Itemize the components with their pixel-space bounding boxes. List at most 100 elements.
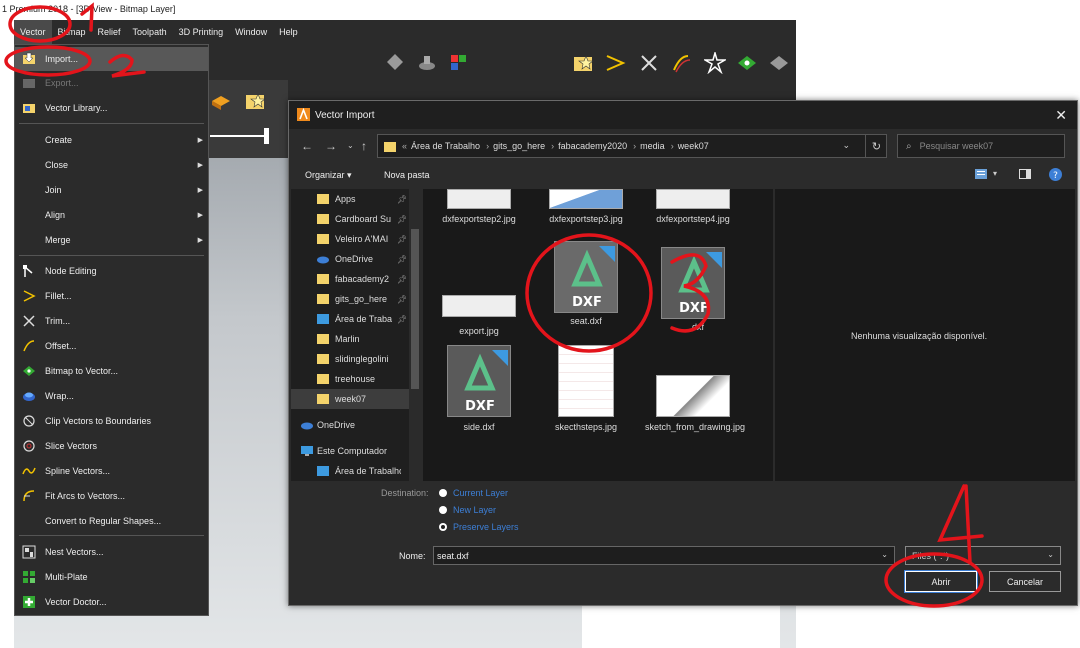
nav-item-onedrive-pinned[interactable]: OneDrive 📌︎ [291, 249, 409, 269]
folder-star-icon-2[interactable] [572, 52, 594, 74]
vector-doctor-icon [21, 594, 37, 610]
help-icon[interactable]: ? [1049, 168, 1062, 181]
nav-item-cardboard[interactable]: Cardboard Su 📌︎ [291, 209, 409, 229]
nav-scrollbar[interactable] [409, 189, 421, 481]
breadcrumb-item[interactable]: Área de Trabalho [411, 141, 480, 151]
up-arrow-icon[interactable]: ↑ [361, 139, 367, 153]
menu-item-trim[interactable]: Trim... [15, 309, 208, 333]
fillet-tool-icon[interactable] [604, 52, 626, 74]
menu-help[interactable]: Help [273, 20, 304, 44]
menu-item-fit-arcs[interactable]: Fit Arcs to Vectors... [15, 484, 208, 508]
menu-relief[interactable]: Relief [92, 20, 127, 44]
view-options-icon[interactable] [975, 169, 987, 179]
menu-bitmap[interactable]: Bitmap [52, 20, 92, 44]
box-icon[interactable] [210, 90, 232, 112]
file-item-side-dxf[interactable]: DXF side.dxf [431, 345, 527, 433]
nav-item-fabacademy[interactable]: fabacademy2 📌︎ [291, 269, 409, 289]
press-icon[interactable] [416, 52, 438, 74]
menu-item-align[interactable]: Align ▶ [15, 203, 208, 227]
menu-item-merge[interactable]: Merge ▶ [15, 228, 208, 252]
refresh-icon[interactable]: ↻ [865, 134, 887, 158]
menu-window[interactable]: Window [229, 20, 273, 44]
app-title-bar: 1 Premium 2018 - [3D View - Bitmap Layer… [0, 0, 800, 20]
menu-item-spline-vectors[interactable]: Spline Vectors... [15, 459, 208, 483]
breadcrumb-item[interactable]: gits_go_here [493, 141, 545, 151]
menu-item-close[interactable]: Close ▶ [15, 153, 208, 177]
file-item-seat-dxf[interactable]: DXF seat.dxf [538, 241, 634, 327]
file-item[interactable]: DXF .dxf [645, 247, 741, 333]
slider-track[interactable] [210, 135, 268, 137]
chevron-down-icon[interactable]: ⌄ [842, 140, 850, 151]
nav-item-treehouse[interactable]: treehouse [291, 369, 409, 389]
menu-item-fillet[interactable]: Fillet... [15, 284, 208, 308]
menu-item-join[interactable]: Join ▶ [15, 178, 208, 202]
nav-item-desktop[interactable]: Área de Trabalho [291, 461, 409, 481]
menu-item-clip-vectors[interactable]: Clip Vectors to Boundaries [15, 409, 208, 433]
wrap-tool-icon[interactable] [768, 52, 790, 74]
radio-current-layer[interactable]: Current Layer [439, 486, 559, 500]
file-type-select[interactable]: Files (*.*) ⌄ [905, 546, 1061, 565]
nav-item-desktop-pinned[interactable]: Área de Traba 📌︎ [291, 309, 409, 329]
layers-color-icon[interactable] [448, 52, 470, 74]
offset-tool-icon[interactable] [670, 52, 692, 74]
menu-item-create[interactable]: Create ▶ [15, 128, 208, 152]
search-input[interactable]: ⌕ Pesquisar week07 [897, 134, 1065, 158]
forward-arrow-icon[interactable]: → [325, 139, 337, 153]
image-thumbnail[interactable] [657, 473, 731, 481]
scroll-thumb[interactable] [411, 229, 419, 389]
breadcrumb-item[interactable]: media [640, 141, 665, 151]
bitmap-to-vector-tool-icon[interactable] [736, 52, 758, 74]
nav-item-marlin[interactable]: Marlin [291, 329, 409, 349]
nav-item-veleiro[interactable]: Veleiro A'MAI 📌︎ [291, 229, 409, 249]
nav-item-gits-go-here[interactable]: gits_go_here 📌︎ [291, 289, 409, 309]
new-folder-button[interactable]: Nova pasta [384, 170, 430, 180]
menu-item-slice-vectors[interactable]: Slice Vectors [15, 434, 208, 458]
menu-item-vector-doctor[interactable]: Vector Doctor... [15, 590, 208, 614]
cancel-button[interactable]: Cancelar [989, 571, 1061, 592]
file-item[interactable]: sketch_from_drawing.jpg [645, 375, 745, 433]
menu-item-multi-plate[interactable]: Multi-Plate [15, 565, 208, 589]
menu-item-wrap[interactable]: Wrap... [15, 384, 208, 408]
image-thumbnail[interactable] [550, 473, 624, 481]
file-item[interactable]: dxfexportstep3.jpg [538, 189, 634, 225]
preview-pane-icon[interactable] [1019, 169, 1031, 179]
menu-item-import[interactable]: Import... [15, 47, 208, 71]
trim-tool-icon[interactable] [638, 52, 660, 74]
file-item[interactable]: dxfexportstep2.jpg [431, 189, 527, 225]
star-tool-icon[interactable] [704, 52, 726, 74]
back-arrow-icon[interactable]: ← [301, 139, 313, 153]
file-item[interactable]: export.jpg [431, 295, 527, 337]
nav-item-slidinglegolini[interactable]: slidinglegolini [291, 349, 409, 369]
nav-item-apps[interactable]: Apps 📌︎ [291, 189, 409, 209]
chevron-down-icon[interactable]: ▾ [993, 169, 997, 178]
menu-toolpath[interactable]: Toolpath [127, 20, 173, 44]
image-thumbnail[interactable] [443, 459, 517, 481]
nav-item-week07[interactable]: week07 [291, 389, 409, 409]
breadcrumb-item[interactable]: fabacademy2020 [558, 141, 627, 151]
file-item[interactable]: dxfexportstep4.jpg [645, 189, 741, 225]
menu-item-vector-library[interactable]: Vector Library... [15, 96, 208, 120]
chevron-down-icon[interactable]: ⌄ [881, 550, 888, 559]
menu-3d-printing[interactable]: 3D Printing [173, 20, 230, 44]
organize-button[interactable]: Organizar ▾ [305, 170, 352, 181]
nav-item-onedrive[interactable]: OneDrive [291, 415, 409, 435]
menu-item-nest-vectors[interactable]: Nest Vectors... [15, 540, 208, 564]
file-item[interactable]: skecthsteps.jpg [538, 345, 634, 433]
filename-input[interactable]: seat.dxf ⌄ [433, 546, 895, 565]
menu-item-bitmap-to-vector[interactable]: Bitmap to Vector... [15, 359, 208, 383]
menu-item-convert-regular-shapes[interactable]: Convert to Regular Shapes... [15, 509, 208, 533]
radio-preserve-layers[interactable]: Preserve Layers [439, 520, 559, 534]
open-button[interactable]: Abrir [904, 570, 978, 593]
address-bar[interactable]: « Área de Trabalho › gits_go_here › fabaca… [377, 134, 887, 158]
slider-knob[interactable] [264, 128, 269, 144]
nav-item-this-pc[interactable]: Este Computador [291, 441, 409, 461]
close-icon[interactable]: ✕ [1055, 107, 1067, 124]
stamp-icon[interactable] [384, 52, 406, 74]
menu-item-offset[interactable]: Offset... [15, 334, 208, 358]
history-dropdown-icon[interactable]: ⌄ [347, 141, 354, 150]
folder-star-icon[interactable] [244, 90, 266, 112]
menu-vector[interactable]: Vector [14, 20, 52, 44]
menu-item-node-editing[interactable]: Node Editing [15, 259, 208, 283]
breadcrumb-item[interactable]: week07 [678, 141, 709, 151]
radio-new-layer[interactable]: New Layer [439, 503, 559, 517]
